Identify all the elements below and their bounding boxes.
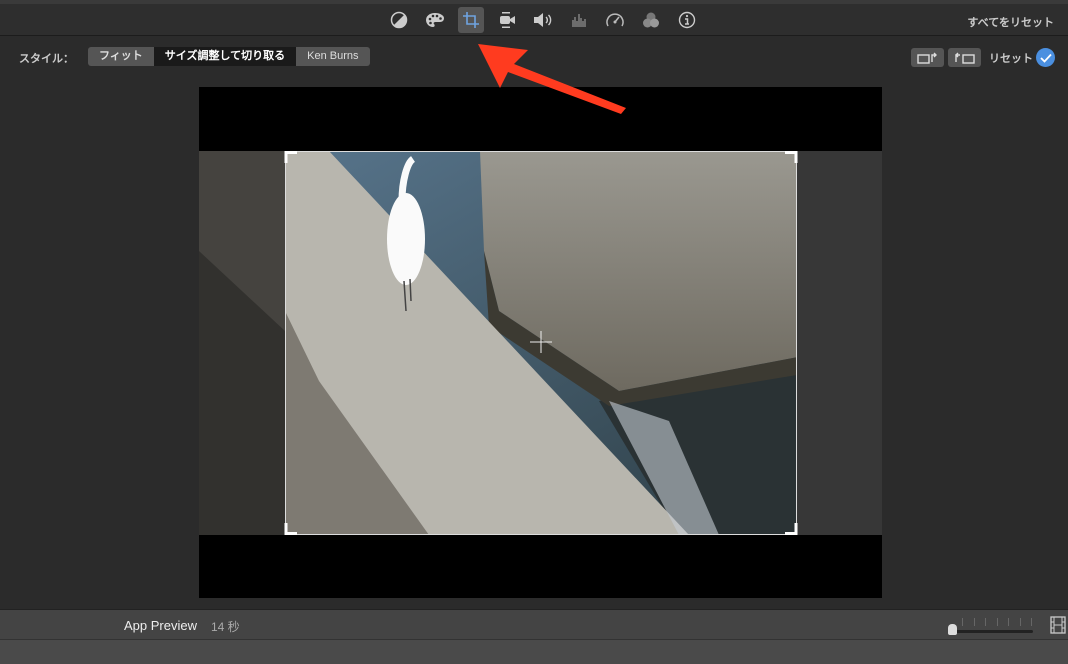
project-duration: 14 秒 — [211, 620, 240, 634]
stabilization-button[interactable] — [494, 7, 520, 33]
volume-button[interactable] — [530, 7, 556, 33]
filmstrip-icon[interactable] — [1050, 616, 1066, 634]
style-fit-button[interactable]: フィット — [88, 47, 154, 66]
color-balance-icon — [390, 11, 408, 29]
style-label: スタイル： — [19, 53, 74, 65]
zoom-slider-ticks — [962, 618, 1032, 626]
color-correction-icon — [426, 13, 444, 27]
rotate-counterclockwise-icon — [916, 52, 937, 64]
video-frame[interactable] — [199, 151, 882, 535]
video-viewer — [199, 87, 882, 598]
speed-button[interactable] — [602, 7, 628, 33]
crop-button[interactable] — [458, 7, 484, 33]
color-correction-button[interactable] — [422, 7, 448, 33]
volume-icon — [534, 13, 552, 27]
adjustments-toolbar: すべてをリセット — [0, 4, 1068, 36]
stabilization-icon — [500, 12, 515, 28]
project-name: App Preview — [124, 618, 197, 633]
noise-reduction-equalizer-icon — [572, 14, 586, 27]
zoom-slider-knob[interactable] — [948, 624, 957, 635]
equalizer-button[interactable] — [566, 7, 592, 33]
crop-icon — [463, 12, 479, 28]
style-crop-to-fill-button[interactable]: サイズ調整して切り取る — [153, 47, 297, 66]
info-button[interactable] — [674, 7, 700, 33]
rotate-clockwise-icon — [954, 52, 975, 64]
style-segmented-control: フィット サイズ調整して切り取る Ken Burns — [88, 47, 370, 66]
project-bar: App Preview 14 秒 — [0, 609, 1068, 640]
reset-button[interactable]: リセット — [989, 50, 1033, 66]
apply-crop-button[interactable] — [1036, 48, 1055, 67]
speed-icon — [606, 13, 624, 27]
timeline-area — [0, 640, 1068, 664]
color-balance-button[interactable] — [386, 7, 412, 33]
checkmark-icon — [1039, 53, 1052, 63]
rotate-right-button[interactable] — [948, 48, 981, 67]
timeline-zoom-slider[interactable] — [948, 624, 1033, 635]
reset-all-button[interactable]: すべてをリセット — [967, 14, 1054, 30]
style-ken-burns-button[interactable]: Ken Burns — [296, 47, 370, 66]
info-icon — [678, 11, 696, 29]
rotate-left-button[interactable] — [911, 48, 944, 67]
crop-style-bar: スタイル： フィット サイズ調整して切り取る Ken Burns リセット — [0, 37, 1068, 77]
clip-filter-icon — [643, 12, 659, 28]
clip-filter-button[interactable] — [638, 7, 664, 33]
